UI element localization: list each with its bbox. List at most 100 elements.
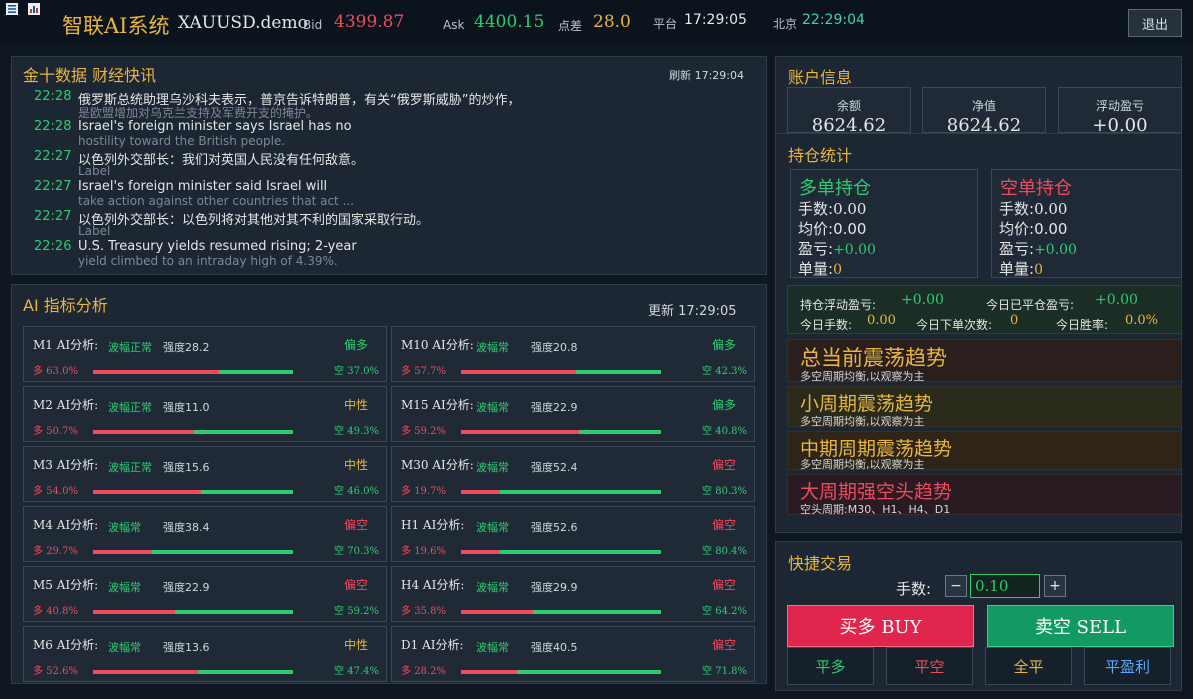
ai-ratio-bar-long: [461, 430, 580, 434]
bid-label: Bid: [303, 18, 323, 32]
ai-ratio-bar: [461, 610, 661, 614]
trend-box: 小周期震荡趋势 多空周期均衡,以观察为主: [787, 386, 1182, 428]
daily-stats-box: 持仓浮动盈亏: +0.00 今日已平仓盈亏: +0.00 今日手数: 0.00 …: [787, 285, 1182, 334]
ai-short-value: 42.3%: [715, 366, 747, 377]
ai-card: D1 AI分析: 波幅常 强度40.5 偏空多 28.2% 空 71.8%: [391, 626, 755, 682]
close-all-button[interactable]: 全平: [985, 647, 1072, 685]
news-title: Israel's foreign minister said Israel wi…: [78, 179, 328, 194]
ai-long-ratio: 多 35.8%: [401, 602, 446, 617]
close-long-button[interactable]: 平多: [787, 647, 874, 685]
ai-short-value: 46.0%: [347, 486, 379, 497]
ai-long-ratio: 多 54.0%: [33, 482, 78, 497]
ai-strength: 强度52.6: [531, 521, 578, 534]
ai-verdict: 偏多: [343, 338, 368, 352]
chart-window-icon[interactable]: [28, 3, 40, 15]
news-subtitle: Label: [78, 164, 111, 178]
ai-strength: 强度28.2: [163, 341, 210, 354]
long-pnl-row: 盈亏:+0.00: [798, 238, 876, 259]
news-panel-title: 金十数据 财经快讯: [23, 66, 157, 85]
beijing-time: 22:29:04: [802, 12, 865, 28]
float-stat-label: 持仓浮动盈亏:: [800, 298, 877, 312]
close-short-button[interactable]: 平空: [886, 647, 973, 685]
ai-long-prefix: 多: [401, 426, 411, 437]
winrate-stat-label: 今日胜率:: [1056, 318, 1109, 332]
ai-ratio-bar: [93, 370, 293, 374]
floating-pnl-box: 浮动盈亏 +0.00: [1058, 87, 1182, 136]
long-count-value: 0: [833, 262, 842, 278]
ai-card: M30 AI分析: 波幅常 强度52.4 偏空多 19.7% 空 80.3%: [391, 446, 755, 502]
ai-timeframe-label: M15 AI分析:: [401, 398, 474, 412]
floating-pnl-label: 浮动盈亏: [1095, 99, 1144, 113]
ai-long-prefix: 多: [33, 366, 43, 377]
trend-description: 多空周期均衡,以观察为主: [800, 458, 925, 471]
long-pnl-value: +0.00: [833, 242, 876, 258]
ai-short-prefix: 空: [334, 666, 345, 677]
trend-box: 中期周期震荡趋势 多空周期均衡,以观察为主: [787, 431, 1182, 471]
ai-short-prefix: 空: [702, 486, 713, 497]
spread-label: 点差: [558, 19, 583, 33]
exit-button[interactable]: 退出: [1128, 9, 1182, 37]
ai-long-ratio: 多 40.8%: [33, 602, 78, 617]
ai-short-prefix: 空: [334, 366, 345, 377]
ai-long-ratio: 多 52.6%: [33, 662, 78, 677]
ai-long-value: 63.0%: [46, 366, 78, 377]
news-subtitle: Label: [78, 224, 111, 238]
ai-short-ratio: 空 40.8%: [702, 422, 747, 437]
platform-time: 17:29:05: [684, 12, 747, 28]
ai-verdict: 中性: [343, 638, 368, 652]
bid-value: 4399.87: [334, 12, 405, 32]
ai-short-ratio: 空 64.2%: [702, 602, 747, 617]
ai-panel-title: AI 指标分析: [23, 296, 108, 315]
ai-long-prefix: 多: [33, 666, 43, 677]
positions-title: 持仓统计: [788, 146, 853, 165]
ai-short-prefix: 空: [702, 426, 713, 437]
news-time: 22:27: [34, 209, 72, 224]
ai-ratio-bar-long: [93, 610, 175, 614]
short-avg-label: 均价:: [999, 220, 1035, 238]
ai-ratio-bar: [461, 490, 661, 494]
lots-input[interactable]: [970, 574, 1040, 598]
app-title: 智联AI系统: [62, 14, 170, 38]
ai-long-prefix: 多: [401, 486, 411, 497]
ai-long-value: 54.0%: [46, 486, 78, 497]
ai-short-prefix: 空: [702, 366, 713, 377]
short-pnl-row: 盈亏:+0.00: [999, 238, 1077, 259]
lots-increment-button[interactable]: +: [1044, 575, 1066, 597]
sell-button[interactable]: 卖空 SELL: [987, 605, 1174, 647]
ai-long-prefix: 多: [33, 606, 43, 617]
ai-analysis-panel: AI 指标分析 更新 17:29:05 M1 AI分析: 波幅正常 强度28.2 偏多…: [11, 284, 767, 684]
long-qty-label: 手数:: [798, 200, 834, 218]
menu-icon[interactable]: [6, 3, 18, 15]
ai-timeframe-label: M4 AI分析:: [33, 518, 99, 532]
ask-label: Ask: [443, 18, 465, 32]
long-pnl-label: 盈亏:: [798, 240, 834, 258]
ai-strength: 强度20.8: [531, 341, 578, 354]
ai-card: M4 AI分析: 波幅常 强度38.4 偏空多 29.7% 空 70.3%: [23, 506, 387, 562]
top-bar: 智联AI系统 XAUUSD.demo Bid 4399.87 Ask 4400.…: [0, 0, 1193, 46]
short-pnl-label: 盈亏:: [999, 240, 1035, 258]
closed-stat-label: 今日已平仓盈亏:: [986, 298, 1075, 312]
ai-strength: 强度29.9: [531, 581, 578, 594]
ai-long-prefix: 多: [33, 426, 43, 437]
account-info-title: 账户信息: [788, 68, 853, 87]
ai-volatility-state: 波幅常: [476, 341, 509, 354]
balance-box: 余额 8624.62: [787, 87, 911, 136]
ai-long-value: 28.2%: [414, 666, 446, 677]
long-count-label: 单量:: [798, 260, 834, 278]
short-avg-row: 均价:0.00: [999, 218, 1067, 239]
ai-verdict: 偏空: [711, 518, 736, 532]
buy-button[interactable]: 买多 BUY: [787, 605, 974, 647]
ai-long-prefix: 多: [33, 546, 43, 557]
ai-ratio-bar-long: [461, 370, 577, 374]
news-time: 22:26: [34, 239, 72, 254]
short-avg-value: 0.00: [1034, 220, 1068, 238]
ai-ratio-bar: [461, 550, 661, 554]
ai-volatility-state: 波幅正常: [108, 401, 152, 414]
ai-volatility-state: 波幅正常: [108, 341, 152, 354]
news-time: 22:28: [34, 89, 72, 104]
ai-ratio-bar-long: [93, 550, 153, 554]
ai-short-ratio: 空 71.8%: [702, 662, 747, 677]
ai-ratio-bar: [93, 490, 293, 494]
close-profit-button[interactable]: 平盈利: [1084, 647, 1171, 685]
lots-decrement-button[interactable]: −: [945, 575, 967, 597]
